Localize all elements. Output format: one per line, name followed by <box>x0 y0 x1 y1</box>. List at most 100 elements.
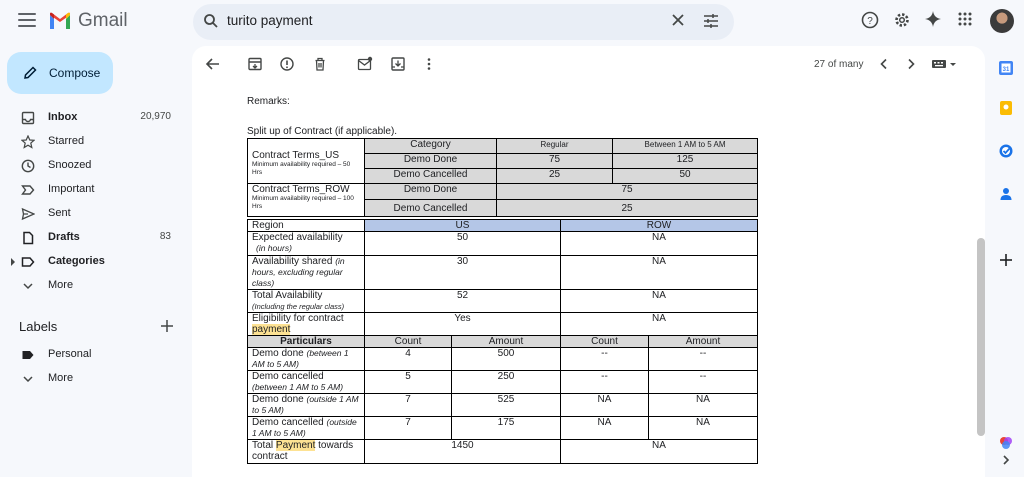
expected-us: 50 <box>364 231 561 256</box>
tasks-icon[interactable] <box>998 143 1014 159</box>
archive-icon[interactable] <box>247 56 263 72</box>
settings-icon[interactable] <box>893 11 911 29</box>
shared-label: Availability shared <box>252 256 333 267</box>
us-amount: 500 <box>451 347 561 371</box>
app-name: Gmail <box>78 10 128 31</box>
compose-button[interactable]: Compose <box>7 52 113 94</box>
remarks-text: Remarks: <box>247 96 290 107</box>
expand-arrow-icon[interactable] <box>10 258 16 266</box>
back-icon[interactable] <box>205 56 221 72</box>
particular-label: Demo done <box>252 394 304 405</box>
particular-cell: Demo done (between 1 AM to 5 AM) <box>247 347 365 371</box>
particular-label: Demo done <box>252 348 304 359</box>
chevron-right-icon[interactable] <box>903 56 919 72</box>
scrollbar[interactable] <box>977 238 985 436</box>
row-label: Contract Terms_ROW <box>252 184 350 195</box>
label-filled-icon <box>22 351 34 359</box>
total-payment-cell: Total Payment towards contract <box>247 439 365 464</box>
pencil-icon <box>24 66 37 79</box>
chevron-down-icon <box>23 376 33 383</box>
move-to-icon[interactable] <box>390 56 406 72</box>
label-icon <box>21 257 35 267</box>
clear-icon[interactable] <box>671 13 685 27</box>
search-bar[interactable]: turito payment <box>193 4 734 40</box>
apps-icon[interactable] <box>957 11 973 27</box>
particular-label: Demo cancelled <box>252 371 324 382</box>
sidebar-item-more[interactable]: More <box>0 275 185 297</box>
sidebar-item-label: Categories <box>48 255 105 267</box>
us-label: Contract Terms_US <box>252 150 340 161</box>
contacts-icon[interactable] <box>998 186 1014 202</box>
contract-terms-row-cell: Contract Terms_ROW Minimum availability … <box>247 183 365 217</box>
calendar-icon[interactable]: 31 <box>998 60 1014 76</box>
label-item-more[interactable]: More <box>0 368 185 390</box>
draft-icon <box>23 231 34 245</box>
total-avail-note: (Including the regular class) <box>252 302 345 311</box>
search-input[interactable]: turito payment <box>227 13 313 28</box>
expand-panel-icon[interactable] <box>998 452 1014 468</box>
us-amount: 250 <box>451 370 561 394</box>
us-count-header: Count <box>364 335 452 348</box>
delete-icon[interactable] <box>312 56 328 72</box>
tune-icon[interactable] <box>703 14 719 28</box>
row-demo-done-label: Demo Done <box>363 183 498 200</box>
gmail-logo[interactable]: Gmail <box>48 10 128 32</box>
expected-note: (in hours) <box>256 243 292 253</box>
table-row: Demo cancelled (between 1 AM to 5 AM) 5 2… <box>247 370 759 394</box>
sidebar-item-categories[interactable]: Categories <box>0 251 185 273</box>
svg-text:?: ? <box>867 16 873 27</box>
keep-icon[interactable] <box>998 100 1014 116</box>
total-payment-highlight: Payment <box>275 440 316 451</box>
label-item-label: More <box>48 372 74 384</box>
particular-label: Demo cancelled <box>252 417 324 428</box>
total-avail-cell: Total Availability (Including the regular… <box>247 289 365 313</box>
keyboard-icon[interactable] <box>931 56 959 72</box>
report-spam-icon[interactable] <box>279 56 295 72</box>
gemini-side-icon[interactable] <box>998 435 1014 451</box>
table-row: Demo cancelled (outside 1 AM to 5 AM) 7 … <box>247 416 759 440</box>
sidebar-item-important[interactable]: Important <box>0 179 185 201</box>
sidebar-item-label: Snoozed <box>48 159 92 171</box>
sidebar-item-inbox[interactable]: Inbox 20,970 <box>0 107 185 129</box>
chevron-down-icon <box>23 283 33 290</box>
us-count: 7 <box>364 393 452 417</box>
particular-cell: Demo cancelled (between 1 AM to 5 AM) <box>247 370 365 394</box>
add-icon[interactable] <box>998 252 1014 268</box>
more-options-icon[interactable] <box>421 56 437 72</box>
row-amount: -- <box>647 370 759 394</box>
expected-row: NA <box>559 231 759 256</box>
mark-unread-icon[interactable] <box>357 56 373 72</box>
label-item-personal[interactable]: Personal <box>0 344 185 366</box>
email-body: Remarks: Split up of Contract (if applic… <box>247 84 967 477</box>
sidebar-item-drafts[interactable]: Drafts 83 <box>0 227 185 249</box>
demo-done-label: Demo Done <box>363 153 498 169</box>
shared-cell: Availability shared (in hours, excluding… <box>247 255 365 290</box>
chevron-left-icon[interactable] <box>876 56 892 72</box>
gemini-icon[interactable] <box>925 11 941 27</box>
sidebar-item-starred[interactable]: Starred <box>0 131 185 153</box>
help-icon[interactable]: ? <box>861 11 879 29</box>
message-panel: 27 of many Remarks: Split up of Contract… <box>192 46 985 477</box>
table-row: Demo done (outside 1 AM to 5 AM) 7 525 N… <box>247 393 759 417</box>
us-amount-header: Amount <box>451 335 561 348</box>
particular-cell: Demo done (outside 1 AM to 5 AM) <box>247 393 365 417</box>
region-row: ROW <box>559 219 759 232</box>
sidebar-item-label: Starred <box>48 135 85 147</box>
inbox-icon <box>21 111 35 125</box>
add-label-icon[interactable] <box>161 320 173 332</box>
avatar[interactable] <box>990 9 1014 33</box>
sidebar-item-sent[interactable]: Sent <box>0 203 185 225</box>
sidebar-item-snoozed[interactable]: Snoozed <box>0 155 185 177</box>
total-payment-pre: Total <box>252 440 274 451</box>
header-regular: Regular <box>496 138 614 154</box>
eligibility-highlight: payment <box>252 324 291 335</box>
search-icon[interactable] <box>203 13 219 29</box>
sidebar-item-label: Inbox <box>48 111 78 123</box>
header-category: Category <box>363 138 498 154</box>
clock-icon <box>21 159 35 173</box>
menu-icon[interactable] <box>18 13 36 27</box>
eligibility-row: NA <box>559 312 759 336</box>
star-icon <box>21 135 35 149</box>
top-bar: Gmail turito payment ? <box>0 0 1024 44</box>
sidebar-item-count: 83 <box>159 231 171 242</box>
